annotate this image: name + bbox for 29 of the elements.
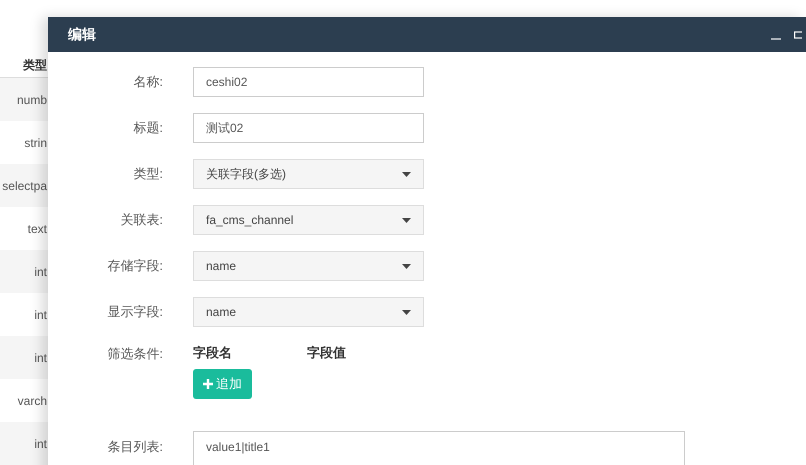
text-field[interactable]: ceshi02 — [193, 67, 424, 97]
text-field[interactable]: 测试02 — [193, 113, 424, 143]
field-label: 标题: — [132, 119, 163, 138]
table-cell: numb — [0, 78, 48, 121]
select-field[interactable]: 关联字段(多选) — [193, 159, 424, 189]
plus-icon — [203, 378, 213, 388]
select-field[interactable]: name — [193, 251, 424, 281]
field-label: 条目列表: — [106, 438, 163, 456]
field-label: 筛选条件: — [106, 345, 163, 363]
caret-icon — [402, 218, 411, 222]
field-label: 关联表: — [119, 211, 163, 230]
field-label: 显示字段: — [106, 303, 163, 322]
table-cell: int — [0, 336, 48, 379]
caret-icon — [402, 264, 411, 268]
textarea-field[interactable]: value1|title1 — [193, 430, 685, 465]
caret-icon — [402, 172, 411, 176]
field-label: 存储字段: — [106, 257, 163, 276]
field-label: 类型: — [132, 165, 163, 184]
column-header: 字段名 — [193, 344, 233, 362]
select-field[interactable]: name — [193, 297, 424, 327]
caret-icon — [402, 310, 411, 314]
table-cell: selectpa — [0, 164, 48, 207]
table-cell: int — [0, 250, 48, 293]
dialog-title: 编辑 — [68, 25, 96, 44]
field-label: 名称: — [132, 73, 163, 92]
table-cell: int — [0, 422, 48, 465]
maximize-icon[interactable] — [794, 30, 802, 40]
select-field[interactable]: fa_cms_channel — [193, 205, 424, 235]
column-header: 字段值 — [307, 344, 347, 362]
